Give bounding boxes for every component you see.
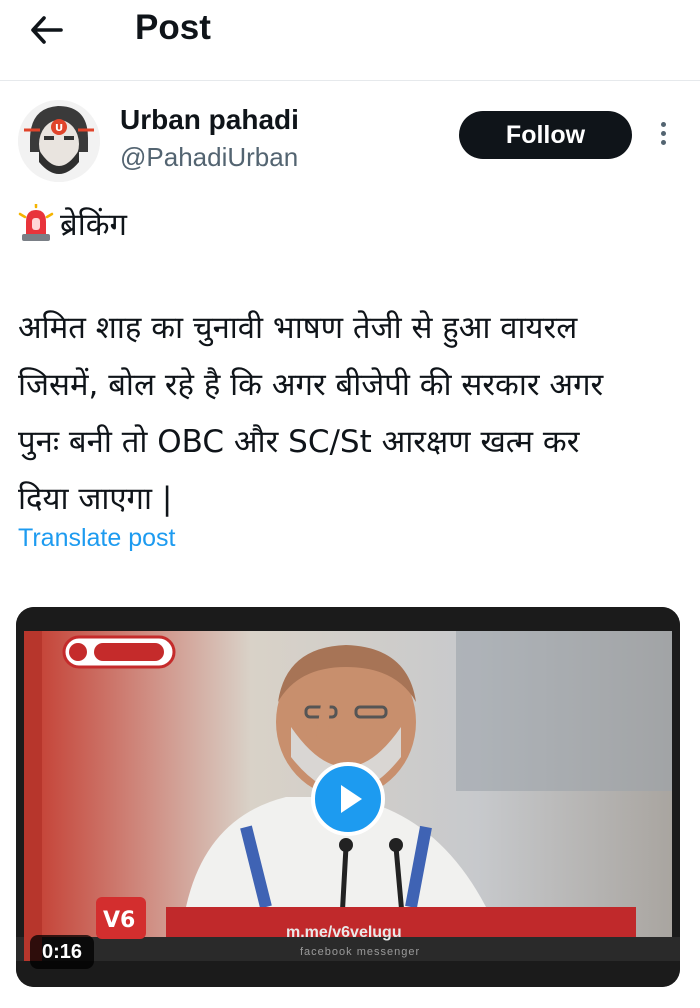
post-line: पुनः बनी तो OBC और SC/St आरक्षण खत्म कर: [18, 424, 580, 460]
back-button[interactable]: [22, 10, 72, 50]
breaking-label: ब्रेकिंग: [60, 207, 127, 243]
more-vertical-icon: [655, 122, 671, 145]
author-name[interactable]: Urban pahadi: [120, 104, 299, 136]
avatar-illustration: U: [18, 100, 100, 182]
post-line: अमित शाह का चुनावी भाषण तेजी से हुआ वायर…: [18, 310, 578, 346]
arrow-left-icon: [31, 16, 63, 44]
top-bar: Post: [0, 0, 700, 81]
play-icon: [341, 785, 362, 813]
follow-button[interactable]: Follow: [459, 111, 632, 159]
channel-logo-text: V6: [103, 908, 135, 933]
post-line: जिसमें, बोल रहे है कि अगर बीजेपी की सरका…: [18, 367, 604, 403]
video-duration: 0:16: [30, 935, 94, 969]
video-watermark-sub: facebook messenger: [300, 946, 421, 958]
page-title: Post: [135, 8, 211, 47]
author-handle[interactable]: @PahadiUrban: [120, 142, 298, 173]
post-text: अमित शाह का चुनावी भाषण तेजी से हुआ वायर…: [18, 300, 688, 528]
channel-logo: V6: [96, 897, 146, 939]
translate-post-link[interactable]: Translate post: [18, 524, 175, 553]
avatar[interactable]: U: [18, 100, 100, 182]
more-options-button[interactable]: [655, 118, 671, 154]
police-siren-icon: [18, 204, 54, 241]
play-button[interactable]: [311, 762, 385, 836]
breaking-tag: ब्रेकिंग: [18, 203, 127, 245]
svg-text:U: U: [55, 123, 63, 134]
post-line: दिया जाएगा |: [18, 481, 173, 517]
